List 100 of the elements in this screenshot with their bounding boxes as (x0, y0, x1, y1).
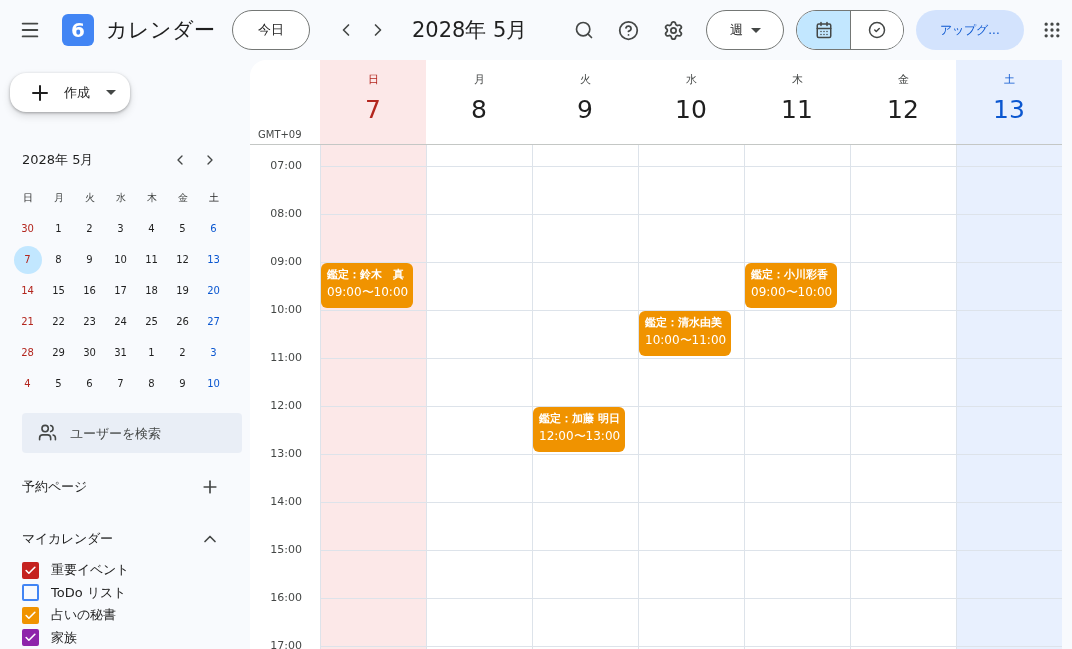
month-title: 2028年 5月 (22, 151, 95, 170)
user-search-field[interactable]: ユーザーを検索 (22, 413, 242, 454)
day-number[interactable]: 27 (199, 307, 228, 336)
day-number[interactable]: 18 (137, 276, 166, 305)
event-time: 09:00〜10:00 (327, 284, 407, 301)
day-number[interactable]: 19 (168, 276, 197, 305)
day-number[interactable]: 4 (13, 369, 42, 398)
hour-label: 10:00 (270, 303, 302, 316)
day-number[interactable]: 14 (13, 276, 42, 305)
day-number[interactable]: 23 (75, 307, 104, 336)
day-number[interactable]: 11 (137, 245, 166, 274)
check-icon (24, 608, 37, 622)
day-number[interactable]: 5 (44, 369, 73, 398)
period-title: 2028年 5月 (412, 17, 529, 44)
event-time: 10:00〜11:00 (645, 332, 725, 349)
day-number[interactable]: 2 (168, 338, 197, 367)
hour-label: 13:00 (270, 447, 302, 460)
day-number[interactable]: 8 (44, 245, 73, 274)
tasks-view-button[interactable] (850, 11, 903, 49)
weekday-label: 日 (367, 72, 379, 87)
event-title: 鑑定：小川彩香 (751, 267, 829, 282)
calendar-checkbox[interactable] (22, 606, 39, 624)
weekday-label: 金 (897, 72, 909, 87)
day-number[interactable]: 9 (168, 369, 197, 398)
day-number[interactable]: 21 (13, 307, 42, 336)
day-number[interactable]: 30 (13, 214, 42, 243)
caret-icon (750, 27, 761, 33)
date-number: 10 (675, 95, 707, 124)
hour-label: 14:00 (270, 495, 302, 508)
day-number[interactable]: 25 (137, 307, 166, 336)
weekday-label: 火 (579, 72, 591, 87)
day-number[interactable]: 1 (44, 214, 73, 243)
hour-label: 09:00 (270, 255, 302, 268)
create-button[interactable]: 作成 (10, 73, 130, 113)
day-number[interactable]: 15 (44, 276, 73, 305)
section-title: 予約ページ (22, 478, 87, 497)
day-header[interactable]: 土 13 (956, 60, 1062, 144)
people-icon (38, 423, 57, 443)
today-button[interactable]: 今日 (232, 10, 310, 50)
app-title: カレンダー (106, 17, 216, 44)
day-number[interactable]: 31 (106, 338, 135, 367)
weekday-label: 木 (791, 72, 803, 87)
section-title: マイカレンダー (22, 530, 113, 549)
day-number[interactable]: 3 (106, 214, 135, 243)
day-number[interactable]: 1 (137, 338, 166, 367)
day-number[interactable]: 17 (106, 276, 135, 305)
weekday-label: 土 (207, 190, 220, 205)
date-number: 13 (993, 95, 1025, 124)
upgrade-button[interactable]: アップグ... (916, 10, 1024, 50)
hour-label: 15:00 (270, 543, 302, 556)
calendar-checkbox[interactable] (22, 584, 39, 602)
day-number[interactable]: 10 (199, 369, 228, 398)
day-header[interactable]: 日 7 (320, 60, 426, 144)
event-time: 12:00〜13:00 (539, 428, 619, 445)
date-number: 12 (887, 95, 919, 124)
check-circle-icon (868, 21, 886, 39)
date-number: 11 (781, 95, 813, 124)
view-dropdown[interactable]: 週 (706, 10, 784, 50)
caret-icon (106, 90, 116, 96)
day-number[interactable]: 7 (106, 369, 135, 398)
calendar-view-button[interactable] (797, 11, 850, 49)
day-number[interactable]: 29 (44, 338, 73, 367)
day-number[interactable]: 28 (13, 338, 42, 367)
day-number[interactable]: 7 (13, 245, 42, 274)
day-number[interactable]: 30 (75, 338, 104, 367)
day-number[interactable]: 24 (106, 307, 135, 336)
day-number[interactable]: 9 (75, 245, 104, 274)
day-number[interactable]: 20 (199, 276, 228, 305)
day-number[interactable]: 2 (75, 214, 104, 243)
day-number[interactable]: 13 (199, 245, 228, 274)
day-number[interactable]: 4 (137, 214, 166, 243)
day-number[interactable]: 8 (137, 369, 166, 398)
weekday-label: 土 (1003, 72, 1015, 87)
calendar-name: 占いの秘書 (51, 606, 116, 625)
day-number[interactable]: 16 (75, 276, 104, 305)
date-number: 9 (577, 95, 593, 124)
weekday-label: 月 (52, 190, 65, 205)
day-number[interactable]: 26 (168, 307, 197, 336)
day-number[interactable]: 5 (168, 214, 197, 243)
day-number[interactable]: 12 (168, 245, 197, 274)
help-icon[interactable] (616, 18, 640, 42)
day-number[interactable]: 6 (75, 369, 104, 398)
calendar-icon (814, 21, 833, 39)
weekday-label: 火 (83, 190, 96, 205)
date-number: 7 (365, 95, 381, 124)
date-number: 8 (471, 95, 487, 124)
hour-label: 08:00 (270, 207, 302, 220)
calendar-checkbox[interactable] (22, 629, 39, 647)
weekday-label: 木 (145, 190, 158, 205)
hour-label: 12:00 (270, 399, 302, 412)
calendar-name: 重要イベント (51, 561, 129, 580)
day-number[interactable]: 6 (199, 214, 228, 243)
calendar-name: ToDo リスト (51, 583, 126, 602)
day-number[interactable]: 22 (44, 307, 73, 336)
hour-label: 11:00 (270, 351, 302, 364)
day-number[interactable]: 10 (106, 245, 135, 274)
event-title: 鑑定：清水由美 (645, 315, 723, 330)
calendar-checkbox[interactable] (22, 562, 39, 579)
weekday-label: 月 (473, 72, 485, 87)
day-number[interactable]: 3 (199, 338, 228, 367)
